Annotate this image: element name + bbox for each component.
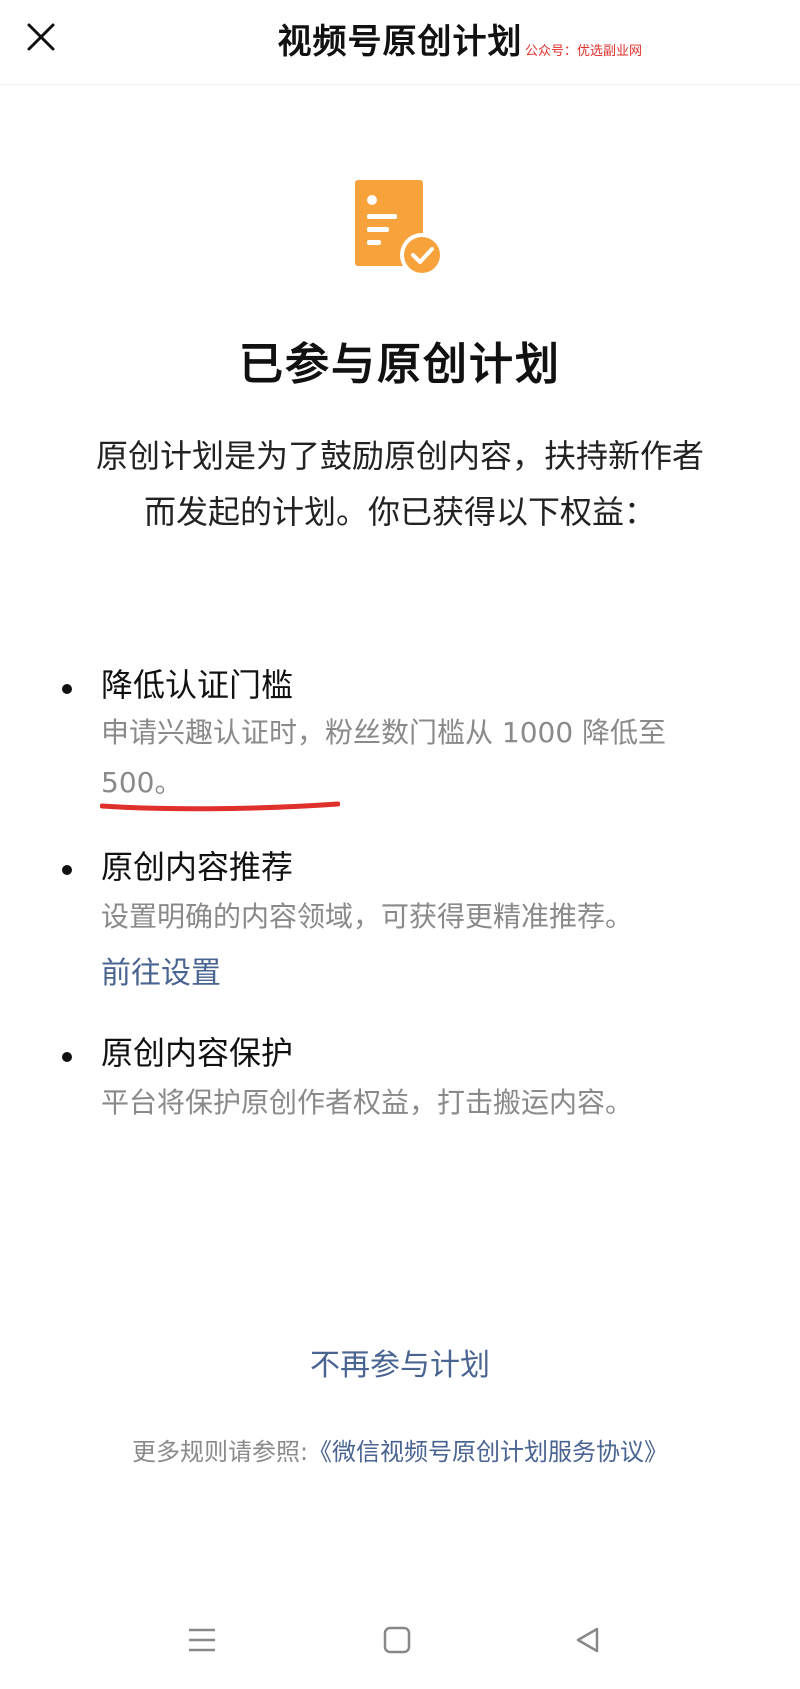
watermark-text: 公众号：优选副业网 [525, 44, 643, 59]
rules-note: 更多规则请参照:《微信视频号原创计划服务协议》 [0, 1432, 800, 1467]
benefit-title: 降低认证门槛 [101, 666, 294, 704]
menu-icon [189, 1628, 215, 1652]
benefit-desc: 申请兴趣认证时，粉丝数门槛从 1000 降低至 500。 [101, 708, 721, 808]
intro-line-1: 原创计划是为了鼓励原创内容，扶持新作者 [95, 437, 704, 475]
back-button[interactable] [566, 1618, 610, 1662]
rules-prefix: 更多规则请参照: [131, 1438, 309, 1466]
top-bar: 视频号原创计划 公众号：优选副业网 [0, 0, 800, 85]
benefit-title: 原创内容推荐 [101, 848, 294, 886]
bullet-dot [62, 865, 72, 875]
benefit-desc: 设置明确的内容领域，可获得更精准推荐。 [101, 900, 634, 933]
status-title: 已参与原创计划 [239, 339, 561, 390]
document-check-icon [355, 180, 445, 280]
home-square-icon [383, 1626, 411, 1654]
bullet-dot [62, 684, 72, 694]
benefit-title: 原创内容保护 [101, 1034, 294, 1072]
bullet-dot [62, 1052, 72, 1062]
intro-line-2: 而发起的计划。你已获得以下权益： [143, 493, 656, 531]
home-button[interactable] [375, 1618, 419, 1662]
page-title: 视频号原创计划 [277, 22, 523, 62]
benefit-desc-line-1: 申请兴趣认证时，粉丝数门槛从 1000 降低至 [101, 716, 667, 749]
quit-plan-link[interactable]: 不再参与计划 [0, 1340, 800, 1384]
menu-button[interactable] [180, 1618, 224, 1662]
benefit-desc: 平台将保护原创作者权益，打击搬运内容。 [101, 1086, 634, 1119]
service-agreement-link[interactable]: 《微信视频号原创计划服务协议》 [308, 1438, 668, 1466]
red-underline-annotation [100, 801, 340, 812]
go-settings-link[interactable]: 前往设置 [101, 948, 221, 992]
back-triangle-icon [576, 1627, 599, 1653]
intro-text: 原创计划是为了鼓励原创内容，扶持新作者 而发起的计划。你已获得以下权益： [60, 428, 740, 540]
system-nav-bar [0, 1600, 800, 1689]
